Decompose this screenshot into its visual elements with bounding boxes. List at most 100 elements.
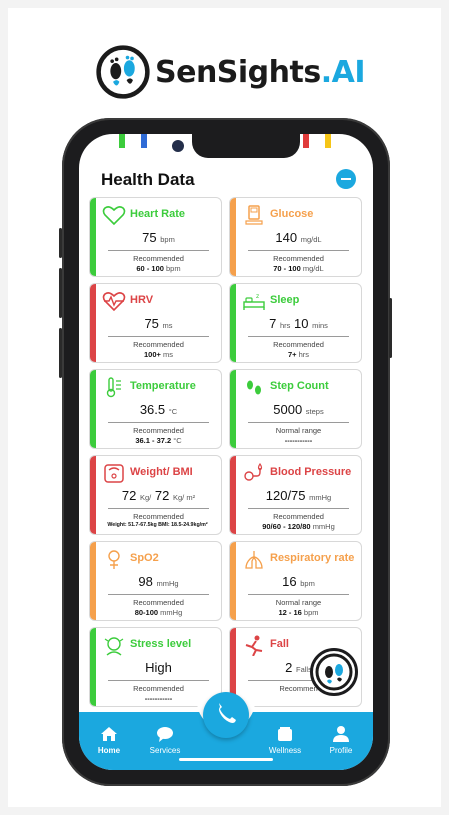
lungs-icon <box>245 551 263 569</box>
range-value: 60 - 100 <box>136 264 164 273</box>
collapse-button[interactable] <box>336 169 356 189</box>
range-unit: bpm <box>166 264 181 273</box>
assistant-button[interactable] <box>310 648 358 696</box>
heart-pulse-icon <box>102 292 126 312</box>
sensights-logo-icon <box>96 45 150 99</box>
brand-name-text: SenSights <box>154 54 321 90</box>
metric-value: 120/75 <box>265 488 306 503</box>
nav-home-label: Home <box>97 746 121 755</box>
range-unit: mmHg <box>160 608 183 617</box>
call-button[interactable] <box>203 692 249 738</box>
range-value: 100+ <box>144 350 161 359</box>
metric-reading: 16 bpm <box>236 574 361 589</box>
metric-reading: 7 hrs 10 mins <box>236 316 361 331</box>
range-text: 70 - 100 mg/dL <box>236 264 361 273</box>
brand-logo: SenSights.AI <box>95 40 366 104</box>
promo-page: SenSights.AI Health Data Heart Rate 75 b… <box>0 0 449 815</box>
metric-reading: 140 mg/dL <box>236 230 361 245</box>
metric-unit: ms <box>162 321 173 330</box>
health-card-sleep[interactable]: z Sleep 7 hrs 10 mins Recommended 7+ hrs <box>229 283 362 363</box>
range-text: 80-100 mmHg <box>96 608 221 617</box>
metric-unit: mmHg <box>156 579 179 588</box>
divider <box>108 250 209 251</box>
profile-icon <box>333 726 349 742</box>
divider <box>248 336 349 337</box>
range-label: Recommended <box>273 340 324 349</box>
page-title: Health Data <box>101 170 195 189</box>
metric-unit-secondary: mins <box>312 321 328 330</box>
nav-wellness[interactable]: Wellness <box>260 724 310 755</box>
phone-side-button <box>59 228 62 258</box>
health-card-heart-rate[interactable]: Heart Rate 75 bpm Recommended 60 - 100 b… <box>89 197 222 277</box>
range-label: Recommended <box>133 598 184 607</box>
range-text: 7+ hrs <box>236 350 361 359</box>
health-card-glucose[interactable]: Glucose 140 mg/dL Recommended 70 - 100 m… <box>229 197 362 277</box>
metric-value: 16 <box>282 574 297 589</box>
health-card-weight-bmi[interactable]: Weight/ BMI 72 Kg/ 72 Kg/ m² Recommended… <box>89 455 222 535</box>
phone-side-button <box>59 268 62 318</box>
nav-home[interactable]: Home <box>84 724 134 755</box>
range-text: 90/60 - 120/80 mmHg <box>236 522 361 531</box>
range-unit: °C <box>173 436 182 445</box>
range-unit: mmHg <box>312 522 335 531</box>
metric-value-secondary: 10 <box>293 316 309 331</box>
health-card-temperature[interactable]: Temperature 36.5 °C Recommended 36.1 - 3… <box>89 369 222 449</box>
nav-services-label: Services <box>149 746 181 755</box>
range-text: 60 - 100 bpm <box>96 264 221 273</box>
range-text: 36.1 - 37.2 °C <box>96 436 221 445</box>
health-card-blood-pressure[interactable]: Blood Pressure 120/75 mmHg Recommended 9… <box>229 455 362 535</box>
metric-unit: hrs <box>279 321 291 330</box>
metric-unit: bpm <box>300 579 315 588</box>
metric-value-secondary: 72 <box>154 488 170 503</box>
camera-icon <box>172 140 184 152</box>
divider <box>248 594 349 595</box>
health-card-respiratory-rate[interactable]: Respiratory rate 16 bpm Normal range 12 … <box>229 541 362 621</box>
phone-side-button <box>59 328 62 378</box>
range-value: Weight: 51.7-67.5kg BMI: 18.5-24.9kg/m² <box>107 522 208 528</box>
brand-name: SenSights.AI <box>154 54 366 90</box>
home-icon <box>101 727 117 741</box>
divider <box>108 508 209 509</box>
stress-icon <box>104 637 124 656</box>
metric-unit: bpm <box>160 235 175 244</box>
metric-value: 5000 <box>273 402 303 417</box>
status-indicator <box>325 134 331 148</box>
nav-profile-label: Profile <box>329 746 353 755</box>
health-card-step-count[interactable]: Step Count 5000 steps Normal range -----… <box>229 369 362 449</box>
health-card-spo2[interactable]: SpO2 98 mmHg Recommended 80-100 mmHg <box>89 541 222 621</box>
thermometer-icon <box>106 377 121 398</box>
nav-profile[interactable]: Profile <box>316 724 366 755</box>
divider <box>248 250 349 251</box>
health-card-hrv[interactable]: HRV 75 ms Recommended 100+ ms <box>89 283 222 363</box>
range-value: 36.1 - 37.2 <box>135 436 172 445</box>
metric-reading: 5000 steps <box>236 402 361 417</box>
metric-value: 7 <box>269 316 277 331</box>
metric-unit: mmHg <box>309 493 332 502</box>
wellness-icon <box>278 727 292 741</box>
range-unit: mg/dL <box>302 264 324 273</box>
range-value: 80-100 <box>134 608 159 617</box>
footsteps-icon <box>247 380 261 395</box>
metric-unit: steps <box>305 407 324 416</box>
notch <box>192 134 300 158</box>
range-text: Weight: 51.7-67.5kg BMI: 18.5-24.9kg/m² <box>94 522 221 528</box>
metric-value: 98 <box>138 574 153 589</box>
range-text: ----------- <box>236 436 361 445</box>
metric-reading: High <box>96 660 221 675</box>
metric-name: Weight/ BMI <box>130 466 193 478</box>
divider <box>108 594 209 595</box>
range-label: Recommended <box>133 512 184 521</box>
metric-reading: 72 Kg/ 72 Kg/ m² <box>96 488 221 503</box>
nav-services[interactable]: Services <box>140 724 190 755</box>
range-value: 90/60 - 120/80 <box>262 522 311 531</box>
metric-reading: 75 bpm <box>96 230 221 245</box>
chat-icon <box>157 727 173 742</box>
metric-name: Temperature <box>130 380 196 392</box>
metric-value: 72 <box>121 488 137 503</box>
range-label: Recommended <box>133 426 184 435</box>
status-indicator <box>119 134 125 148</box>
range-label: Normal range <box>275 598 322 607</box>
metric-unit: mg/dL <box>300 235 322 244</box>
glucose-meter-icon <box>245 205 263 225</box>
metric-value: 2 <box>285 660 293 675</box>
